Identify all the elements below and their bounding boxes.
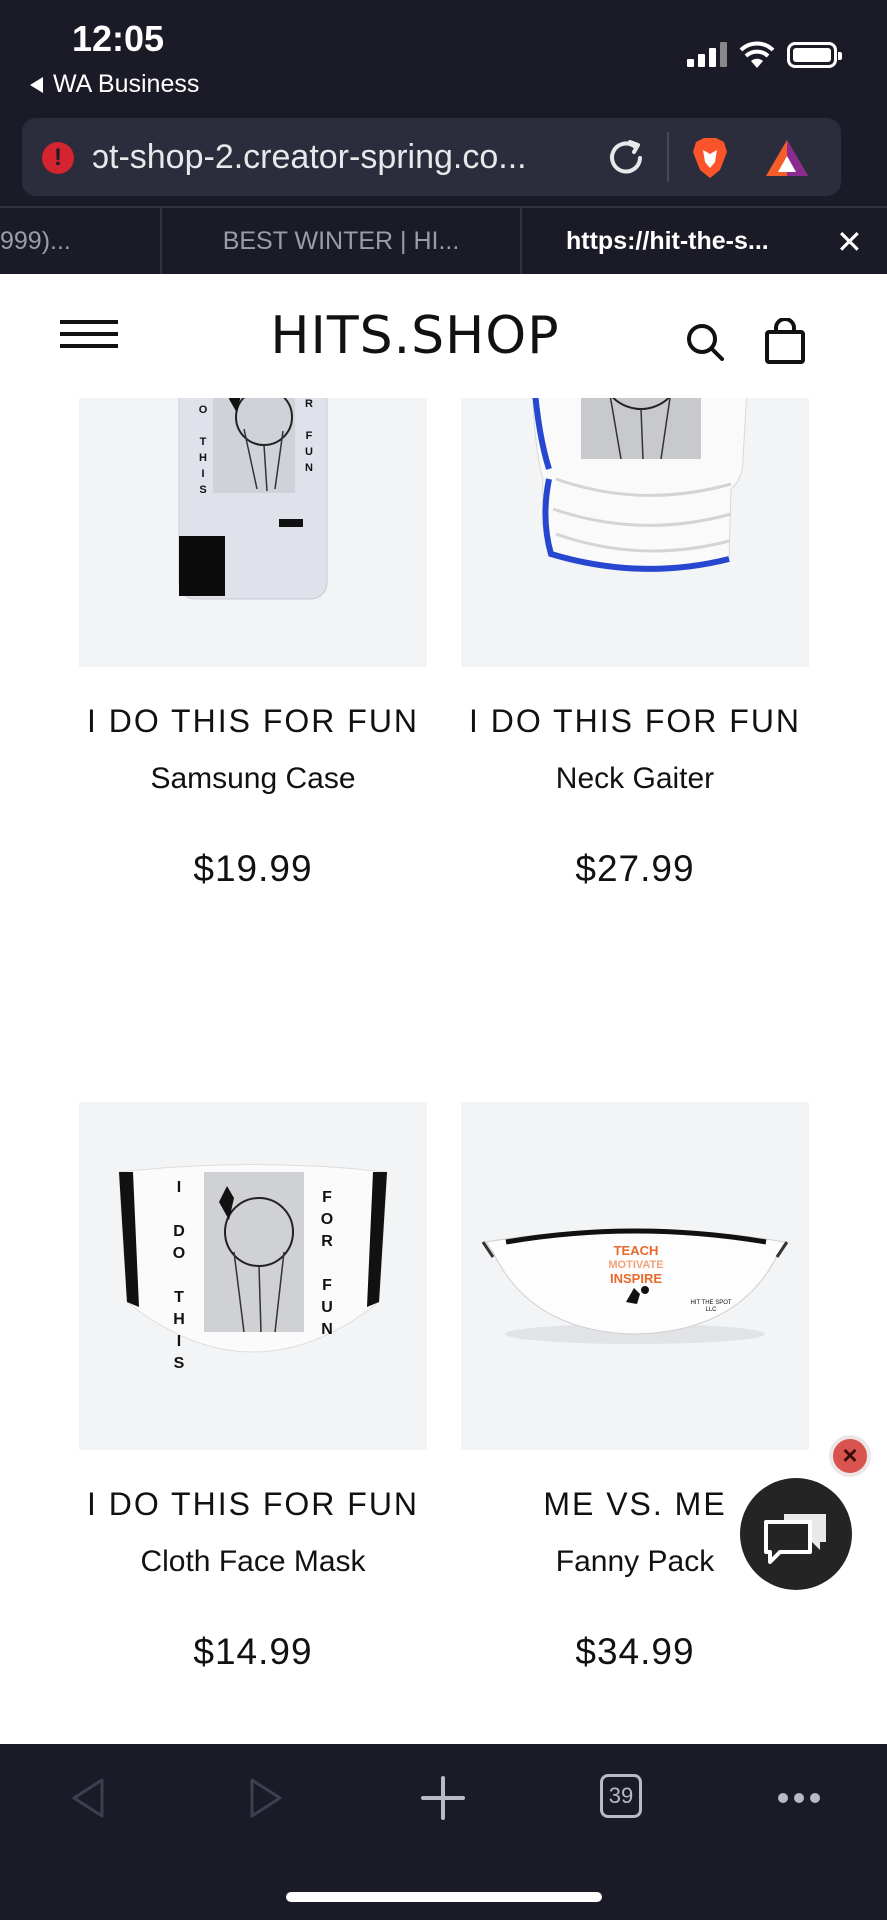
art-letter: N [321, 1321, 333, 1338]
art-letter: H [199, 452, 207, 464]
art-letter: U [321, 1299, 333, 1316]
art-letter: F [306, 430, 313, 442]
art-letter: F [322, 1277, 332, 1294]
tab-2[interactable]: BEST WINTER | HI... [160, 208, 522, 276]
fanny-line-2: MOTIVATE [608, 1259, 664, 1271]
status-time: 12:05 [72, 18, 165, 59]
reload-icon[interactable] [604, 136, 648, 180]
product-price: $19.99 [193, 848, 313, 889]
art-letter: R [305, 398, 313, 410]
product-design-name[interactable]: I DO THIS FOR FUN [79, 703, 427, 740]
tab-1[interactable]: 999)... [0, 208, 158, 276]
product-image-cloth-face-mask[interactable]: IDOTHISFORFUN [79, 1102, 427, 1450]
product-price: $14.99 [193, 1631, 313, 1672]
product-design-name[interactable]: I DO THIS FOR FUN [79, 1486, 427, 1523]
close-chat-icon[interactable]: × [829, 1435, 871, 1477]
site-header: HITS.SHOP [0, 274, 887, 398]
tab-active[interactable]: https://hit-the-s... [524, 208, 824, 276]
fanny-pack-slogan: TEACH MOTIVATE INSPIRE [581, 1244, 691, 1286]
product-design-name[interactable]: I DO THIS FOR FUN [461, 703, 809, 740]
back-to-app-link[interactable]: WA Business [30, 70, 199, 99]
back-arrow-icon[interactable] [66, 1774, 110, 1822]
art-letter: D [173, 1223, 185, 1240]
product-image-fanny-pack[interactable]: TEACH MOTIVATE INSPIRE HIT THE SPOT LLC [461, 1102, 809, 1450]
product-type[interactable]: Cloth Face Mask [79, 1545, 427, 1579]
art-letter: H [173, 1311, 185, 1328]
product-type[interactable]: Samsung Case [79, 762, 427, 796]
home-indicator[interactable] [286, 1892, 602, 1902]
art-letter: N [305, 462, 313, 474]
status-bar: 12:05 WA Business [0, 0, 887, 112]
product-price: $27.99 [575, 848, 695, 889]
art-letter: S [199, 484, 206, 496]
forward-arrow-icon[interactable] [244, 1774, 288, 1822]
battery-icon [787, 42, 842, 68]
fanny-line-3: INSPIRE [609, 1271, 662, 1286]
product-type[interactable]: Neck Gaiter [461, 762, 809, 796]
security-warning-icon[interactable]: ! [42, 142, 74, 174]
back-triangle-icon [30, 76, 43, 93]
art-letter: F [322, 1189, 332, 1206]
search-icon[interactable] [685, 322, 725, 362]
address-bar[interactable]: ! ɔt-shop-2.creator-spring.co... [22, 118, 841, 196]
cellular-signal-icon [687, 42, 727, 67]
brave-shields-icon[interactable] [690, 136, 730, 180]
tab-strip: 999)... BEST WINTER | HI... https://hit-… [0, 206, 887, 276]
art-letter: O [199, 404, 208, 416]
new-tab-icon[interactable] [421, 1774, 465, 1822]
url-divider [667, 132, 669, 182]
chat-bubble-icon [764, 1514, 826, 1564]
art-letter: O [321, 1211, 333, 1228]
art-letter: I [177, 1179, 181, 1196]
back-app-label: WA Business [53, 70, 200, 98]
fanny-line-1: TEACH [613, 1243, 659, 1258]
art-letter: S [174, 1355, 185, 1372]
art-letter: R [321, 1233, 333, 1250]
product-price: $34.99 [575, 1631, 695, 1672]
chat-button[interactable] [740, 1478, 852, 1590]
wifi-icon [739, 41, 775, 68]
tab-switcher-button[interactable]: 39 [600, 1774, 642, 1818]
product-card[interactable]: IDOTHISFORFUN I DO THIS FOR FUN Cloth Fa… [79, 1102, 427, 1673]
shopping-bag-icon[interactable] [764, 318, 806, 364]
art-letter: I [177, 1333, 181, 1350]
art-letter: I [201, 468, 204, 480]
art-letter: U [305, 446, 313, 458]
more-options-icon[interactable] [776, 1774, 822, 1822]
product-card[interactable]: IDOTHISFORFUN I DO THIS FOR FUN Samsung … [79, 319, 427, 890]
art-letter: T [174, 1289, 184, 1306]
fanny-brand: HIT THE SPOT LLC [690, 1300, 732, 1313]
brave-rewards-icon[interactable] [764, 136, 810, 180]
art-letter: O [173, 1245, 185, 1262]
close-tab-icon[interactable]: ✕ [836, 226, 863, 258]
url-text[interactable]: ɔt-shop-2.creator-spring.co... [92, 138, 604, 177]
product-card[interactable]: I DO THIS FOR FUN Neck Gaiter $27.99 [461, 319, 809, 890]
art-letter: T [200, 436, 207, 448]
